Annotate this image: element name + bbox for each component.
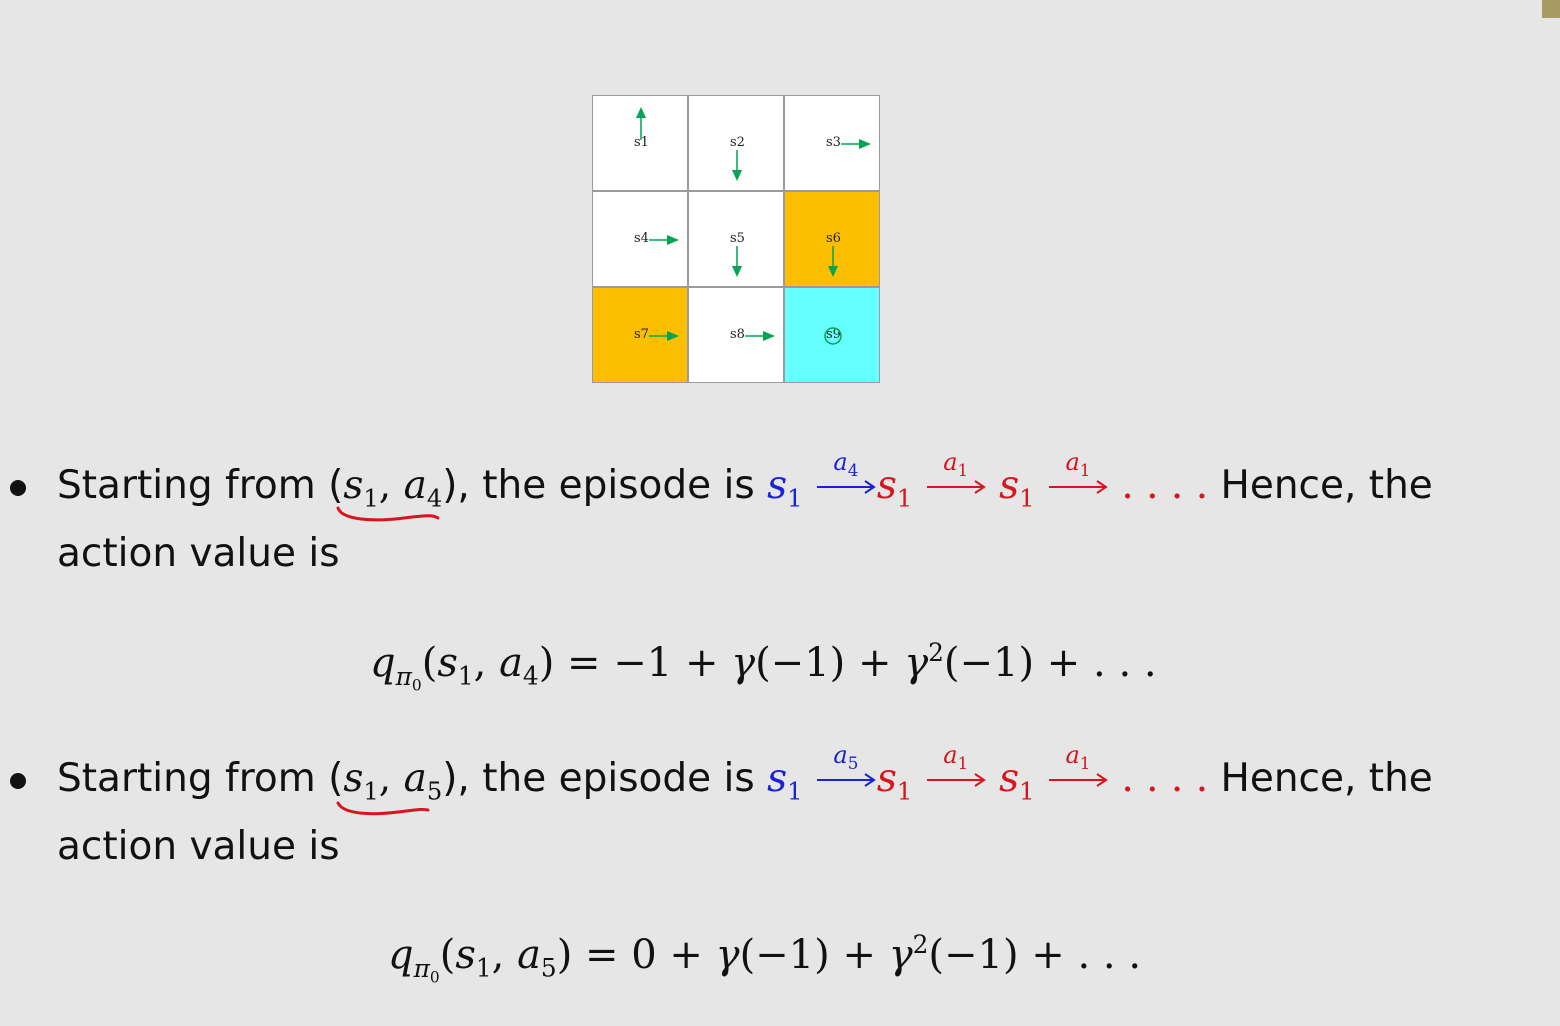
grid-world: s1 s2 s3 s4 s5 s6 s7 s8 s9	[592, 95, 881, 384]
arrow-right-icon	[841, 139, 871, 149]
arrow-right-icon	[649, 331, 679, 341]
bullet-1-line-1: Starting from (s1, a4), the episode is s…	[57, 450, 1433, 513]
arrow-right-icon	[649, 235, 679, 245]
episode-start-state: s1	[767, 463, 803, 513]
text-hence: Hence, the	[1208, 463, 1433, 508]
text-after-pair: ), the episode is	[442, 463, 768, 508]
bullet-dot	[10, 773, 26, 789]
bullet-2-line-1: Starting from (s1, a5), the episode is s…	[57, 743, 1433, 806]
arrow-down-icon	[732, 246, 742, 277]
arrow-right-icon	[745, 331, 775, 341]
episode-state-2: s1	[876, 463, 913, 513]
grid-cell-s5: s5	[688, 191, 784, 287]
bullet-dot	[10, 480, 26, 496]
arrow-up-icon	[636, 107, 646, 140]
episode-state-3: s1	[999, 756, 1035, 806]
text-after-pair: ), the episode is	[442, 756, 768, 801]
arrow-down-icon	[732, 150, 742, 181]
episode-arrow-3: a1	[1047, 450, 1109, 510]
handwritten-underline	[336, 506, 440, 522]
grid-cell-s4: s4	[592, 191, 688, 287]
grid-cell-s2: s2	[688, 95, 784, 191]
corner-mark	[1542, 0, 1560, 18]
stay-circle-icon	[824, 327, 842, 345]
grid-cell-s8: s8	[688, 287, 784, 383]
handwritten-underline	[336, 801, 430, 816]
episode-arrow-2: a1	[925, 743, 987, 803]
text-intro: Starting from (	[57, 756, 344, 801]
episode-arrow-3: a1	[1047, 743, 1109, 803]
grid-cell-s1: s1	[592, 95, 688, 191]
grid-cell-s3: s3	[784, 95, 880, 191]
episode-arrow-2: a1	[925, 450, 987, 510]
equation-2: qπ0(s1, a5) = 0 + γ(−1) + γ2(−1) + . . .	[388, 930, 1142, 987]
episode-start-state: s1	[767, 756, 803, 806]
episode-arrow-1: a4	[815, 450, 877, 510]
text-intro: Starting from (	[57, 463, 344, 508]
grid-cell-s7: s7	[592, 287, 688, 383]
grid-cell-s9: s9	[784, 287, 880, 383]
episode-state-3: s1	[999, 463, 1035, 513]
episode-state-2: s1	[876, 756, 913, 806]
episode-arrow-1: a5	[815, 743, 877, 803]
arrow-down-icon	[828, 246, 838, 277]
text-hence: Hence, the	[1208, 756, 1433, 801]
episode-ellipsis: . . . .	[1121, 756, 1209, 801]
equation-1: qπ0(s1, a4) = −1 + γ(−1) + γ2(−1) + . . …	[370, 638, 1157, 695]
bullet-1-line-2: action value is	[57, 531, 340, 576]
bullet-2-line-2: action value is	[57, 824, 340, 869]
episode-ellipsis: . . . .	[1121, 463, 1209, 508]
grid-cell-s6: s6	[784, 191, 880, 287]
